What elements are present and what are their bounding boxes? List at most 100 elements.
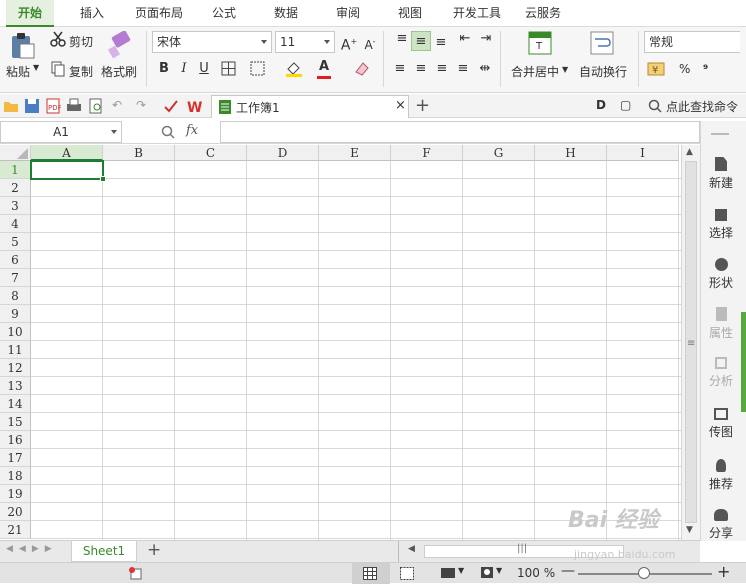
font-name-select[interactable]: 宋体 [152, 31, 272, 53]
reading-mode-dropdown-icon[interactable]: ▼ [458, 566, 464, 575]
align-bottom-button[interactable]: ≡ [431, 33, 451, 53]
command-search-button[interactable]: 点此查找命令 [666, 98, 738, 115]
grow-font-button[interactable]: A+ [339, 32, 359, 54]
number-format-select[interactable]: 常规 [644, 31, 740, 53]
print-icon[interactable] [66, 98, 82, 114]
currency-icon[interactable]: ¥ [647, 60, 665, 78]
window-mode-icon[interactable]: ▢ [620, 98, 631, 112]
font-color-button[interactable]: A [314, 57, 334, 77]
sidebar-item-new[interactable]: 新建 [701, 157, 741, 191]
indent-decrease-button[interactable]: ⇤ [455, 29, 475, 49]
sheet-tab-sheet1[interactable]: Sheet1 [71, 541, 137, 562]
zoom-lookup-icon[interactable] [161, 125, 175, 139]
sidebar-item-select[interactable]: 选择 [701, 209, 741, 241]
merge-dropdown-icon[interactable]: ▼ [562, 65, 568, 74]
paste-icon[interactable] [8, 32, 36, 60]
wps-account-icon[interactable]: D [596, 98, 606, 112]
tab-page-layout[interactable]: 页面布局 [128, 0, 190, 27]
tab-cloud[interactable]: 云服务 [516, 0, 570, 27]
bold-button[interactable]: B [154, 59, 174, 79]
align-middle-button[interactable]: ≡ [411, 31, 431, 51]
scroll-down-icon[interactable]: ▼ [686, 525, 693, 535]
scroll-up-icon[interactable]: ▲ [686, 147, 693, 157]
underline-button[interactable]: U [194, 59, 214, 79]
save-icon[interactable] [24, 98, 40, 114]
sheet-nav-icon[interactable]: ◀◀▶▶ [6, 544, 58, 554]
tab-developer[interactable]: 开发工具 [446, 0, 508, 27]
font-size-select[interactable]: 11 [275, 31, 335, 53]
distribute-button[interactable]: ⇹ [475, 59, 495, 79]
print-preview-icon[interactable] [88, 98, 104, 114]
align-center-button[interactable]: ≡ [411, 59, 431, 79]
paste-button[interactable]: 粘贴 [6, 63, 30, 80]
name-box[interactable]: A1 [0, 121, 122, 143]
tab-review[interactable]: 审阅 [326, 0, 370, 27]
indent-increase-button[interactable]: ⇥ [476, 29, 496, 49]
comma-button[interactable]: ⁹ [703, 62, 708, 76]
copy-icon[interactable] [50, 61, 66, 77]
scroll-grip-icon: ≡ [687, 338, 696, 349]
close-tab-icon[interactable]: × [395, 98, 406, 113]
customize-icon[interactable] [163, 98, 179, 114]
protect-eye-dropdown-icon[interactable]: ▼ [496, 566, 502, 575]
export-pdf-icon[interactable]: PDF [45, 98, 61, 114]
macro-record-icon[interactable] [129, 567, 143, 581]
scissors-icon[interactable] [50, 31, 66, 47]
align-top-button[interactable]: ≡ [392, 29, 412, 49]
new-tab-button[interactable]: + [415, 95, 430, 116]
sidebar-item-upload-image[interactable]: 传图 [701, 408, 741, 440]
page-break-view-icon[interactable] [400, 567, 414, 580]
sidebar-item-recommend[interactable]: 推荐 [701, 459, 741, 492]
sidebar-item-analysis[interactable]: 分析 [701, 357, 741, 389]
justify-button[interactable]: ≡ [453, 59, 473, 79]
merge-center-button[interactable]: 合并居中 [511, 63, 559, 80]
insert-function-button[interactable]: fx [186, 123, 198, 138]
percent-button[interactable]: % [679, 62, 690, 76]
zoom-level[interactable]: 100 % [517, 566, 555, 580]
zoom-in-button[interactable]: + [717, 562, 730, 581]
selected-cell[interactable] [30, 160, 106, 182]
tab-view[interactable]: 视图 [388, 0, 432, 27]
sheet-tabs-bar: ◀◀▶▶ Sheet1 + ◀ ||| [0, 540, 700, 563]
sidebar-collapse-handle[interactable] [741, 312, 746, 412]
fill-handle[interactable] [100, 176, 106, 182]
cut-button[interactable]: 剪切 [69, 33, 93, 50]
sidebar-item-properties[interactable]: 属性 [701, 307, 741, 341]
copy-button[interactable]: 复制 [69, 63, 93, 80]
tab-data[interactable]: 数据 [264, 0, 308, 27]
wps-logo-icon[interactable]: W [186, 97, 204, 115]
shrink-font-button[interactable]: A- [360, 32, 380, 52]
hscroll-left-icon[interactable]: ◀ [408, 544, 415, 554]
protect-eye-icon[interactable] [480, 566, 494, 581]
wrap-text-button[interactable]: 自动换行 [579, 63, 627, 80]
italic-button[interactable]: I [174, 59, 194, 79]
normal-view-button[interactable] [352, 563, 390, 584]
vertical-scrollbar[interactable]: ▲ ≡ ▼ [681, 145, 700, 540]
sidebar-item-shape[interactable]: 形状 [701, 258, 741, 291]
align-left-button[interactable]: ≡ [390, 59, 410, 79]
add-sheet-button[interactable]: + [147, 540, 161, 560]
paste-dropdown-icon[interactable]: ▼ [33, 63, 39, 72]
spreadsheet-grid[interactable]: A B C D E F G H I 1 2 3 4 5 6 7 8 9 10 11 12 13 14 15 16 17 18 19 20… [0, 145, 681, 540]
align-right-button[interactable]: ≡ [432, 59, 452, 79]
folder-icon[interactable] [3, 98, 19, 114]
zoom-out-button[interactable]: — [561, 563, 575, 579]
document-tab[interactable]: 工作簿1 × [211, 95, 409, 118]
tab-formula[interactable]: 公式 [202, 0, 246, 27]
fill-pattern-icon[interactable] [250, 61, 266, 77]
clear-format-icon[interactable] [353, 60, 371, 78]
zoom-slider-thumb[interactable] [638, 567, 650, 579]
tab-insert[interactable]: 插入 [70, 0, 114, 27]
sidebar-item-share[interactable]: 分享 [701, 509, 741, 541]
tab-home[interactable]: 开始 [6, 0, 54, 27]
merge-center-icon[interactable]: T [528, 31, 552, 55]
border-icon[interactable] [221, 61, 237, 77]
reading-mode-icon[interactable] [440, 567, 456, 580]
undo-icon[interactable]: ↶ [112, 98, 122, 112]
format-painter-button[interactable]: 格式刷 [101, 63, 137, 80]
wrap-text-icon[interactable] [590, 31, 614, 55]
fill-color-icon[interactable] [285, 60, 303, 78]
redo-icon[interactable]: ↷ [136, 98, 146, 112]
format-painter-icon[interactable] [107, 31, 133, 59]
formula-input[interactable] [220, 121, 700, 143]
